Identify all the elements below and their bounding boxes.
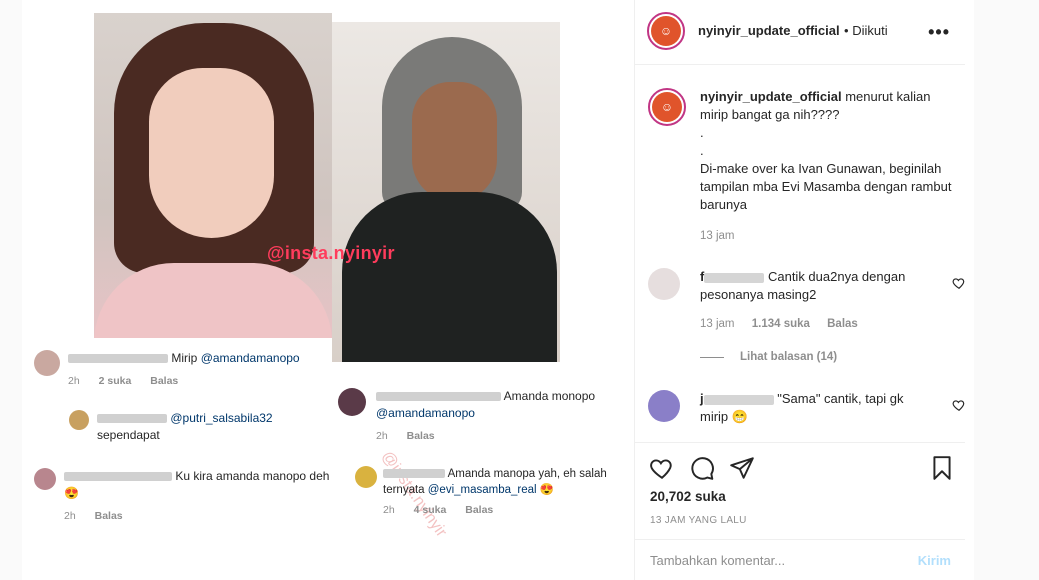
mention: @amandamanopo <box>200 351 300 365</box>
avatar-image: ☺ <box>652 92 682 122</box>
watermark: @insta.nyinyir <box>267 243 395 263</box>
comment-text: Amanda monopo <box>503 389 596 403</box>
comment-input[interactable] <box>650 553 890 568</box>
blurred-username <box>376 392 501 402</box>
reply-link: Balas <box>150 375 179 387</box>
likes-count[interactable]: 20,702 suka <box>650 489 726 504</box>
caption-time[interactable]: 13 jam <box>700 230 735 242</box>
avatar <box>338 388 366 416</box>
emoji: 😁 <box>731 409 748 424</box>
avatar <box>355 466 377 488</box>
emoji: 😍 <box>539 484 555 496</box>
post-timestamp[interactable]: 13 JAM YANG LALU <box>650 515 747 526</box>
mention: @evi_masamba_real <box>427 484 537 496</box>
view-replies-label: Lihat balasan (14) <box>740 351 838 363</box>
avatar[interactable] <box>648 390 680 422</box>
avatar[interactable]: ☺ <box>648 88 686 126</box>
comment-meta: 13 jam 1.134 suka Balas <box>700 318 858 330</box>
page-background <box>974 0 1039 580</box>
shirt-shape <box>342 192 557 362</box>
more-options-icon[interactable]: ••• <box>928 22 950 43</box>
save-icon[interactable] <box>929 455 955 481</box>
follow-status[interactable]: • Diikuti <box>844 23 888 38</box>
post-media[interactable]: @insta.nyinyir @insta.nyinyir Mirip @ama… <box>22 0 634 580</box>
comment-time: 2h <box>64 510 76 522</box>
avatar <box>34 468 56 490</box>
emoji: 😍 <box>64 486 79 500</box>
face-shape <box>149 68 274 238</box>
comment-likes: 4 suka <box>413 504 447 516</box>
comment-time[interactable]: 13 jam <box>700 318 735 330</box>
post-comment-button[interactable]: Kirim <box>918 553 951 568</box>
divider <box>700 356 724 358</box>
comment: j "Sama" cantik, tapi gk mirip 😁 <box>648 390 965 430</box>
reply-link: Balas <box>465 504 494 516</box>
comment-text: Ku kira amanda manopo deh <box>175 469 330 483</box>
comment-text: sependapat <box>97 428 160 442</box>
shirt-shape <box>94 263 332 338</box>
comment: f Cantik dua2nya dengan pesonanya masing… <box>648 268 965 348</box>
mention: @putri_salsabila32 <box>170 411 273 425</box>
blurred-username <box>703 394 774 405</box>
post-actions: 20,702 suka 13 JAM YANG LALU <box>635 442 965 539</box>
blurred-username <box>97 414 167 424</box>
header-username[interactable]: nyinyir_update_official <box>698 23 840 38</box>
avatar <box>69 410 89 430</box>
blurred-username <box>383 469 445 479</box>
avatar[interactable] <box>648 268 680 300</box>
reply-link: Balas <box>406 430 435 442</box>
comment-time: 2h <box>383 504 395 516</box>
comment-text: Mirip <box>171 351 201 365</box>
comment-body: f Cantik dua2nya dengan pesonanya masing… <box>700 268 920 304</box>
avatar[interactable]: ☺ <box>647 12 685 50</box>
photo-left <box>94 13 332 338</box>
comment-likes: 2 suka <box>98 375 132 387</box>
blurred-username <box>704 272 765 283</box>
face-shape <box>412 82 497 202</box>
post-header: ☺ nyinyir_update_official • Diikuti ••• <box>635 0 965 65</box>
caption-username[interactable]: nyinyir_update_official <box>700 89 842 104</box>
comment-body: j "Sama" cantik, tapi gk mirip 😁 <box>700 390 920 426</box>
comment-text: ternyata <box>383 484 428 496</box>
reply-link: Balas <box>94 510 123 522</box>
blurred-username <box>64 472 172 482</box>
photo-right <box>332 22 560 362</box>
caption-text: nyinyir_update_official menurut kalian m… <box>700 88 955 214</box>
caption-body: menurut kalian mirip bangat ga nih???? .… <box>700 89 952 212</box>
avatar <box>34 350 60 376</box>
mention: @amandamanopo <box>376 406 475 420</box>
comment-likes[interactable]: 1.134 suka <box>752 318 810 330</box>
share-icon[interactable] <box>729 455 755 481</box>
avatar-image: ☺ <box>651 16 681 46</box>
like-comment-icon[interactable] <box>952 276 966 290</box>
like-icon[interactable] <box>649 455 675 481</box>
comment-time: 2h <box>376 430 388 442</box>
add-comment-bar: Kirim <box>635 539 965 580</box>
blurred-username <box>68 354 168 364</box>
post-panel: ☺ nyinyir_update_official • Diikuti ••• … <box>634 0 974 580</box>
view-replies-button[interactable]: Lihat balasan (14) <box>700 351 837 363</box>
comment-icon[interactable] <box>689 455 715 481</box>
comment-text: Amanda manopa yah, eh salah <box>447 468 607 480</box>
comment-time: 2h <box>68 375 80 387</box>
like-comment-icon[interactable] <box>952 398 966 412</box>
reply-button[interactable]: Balas <box>827 318 858 330</box>
